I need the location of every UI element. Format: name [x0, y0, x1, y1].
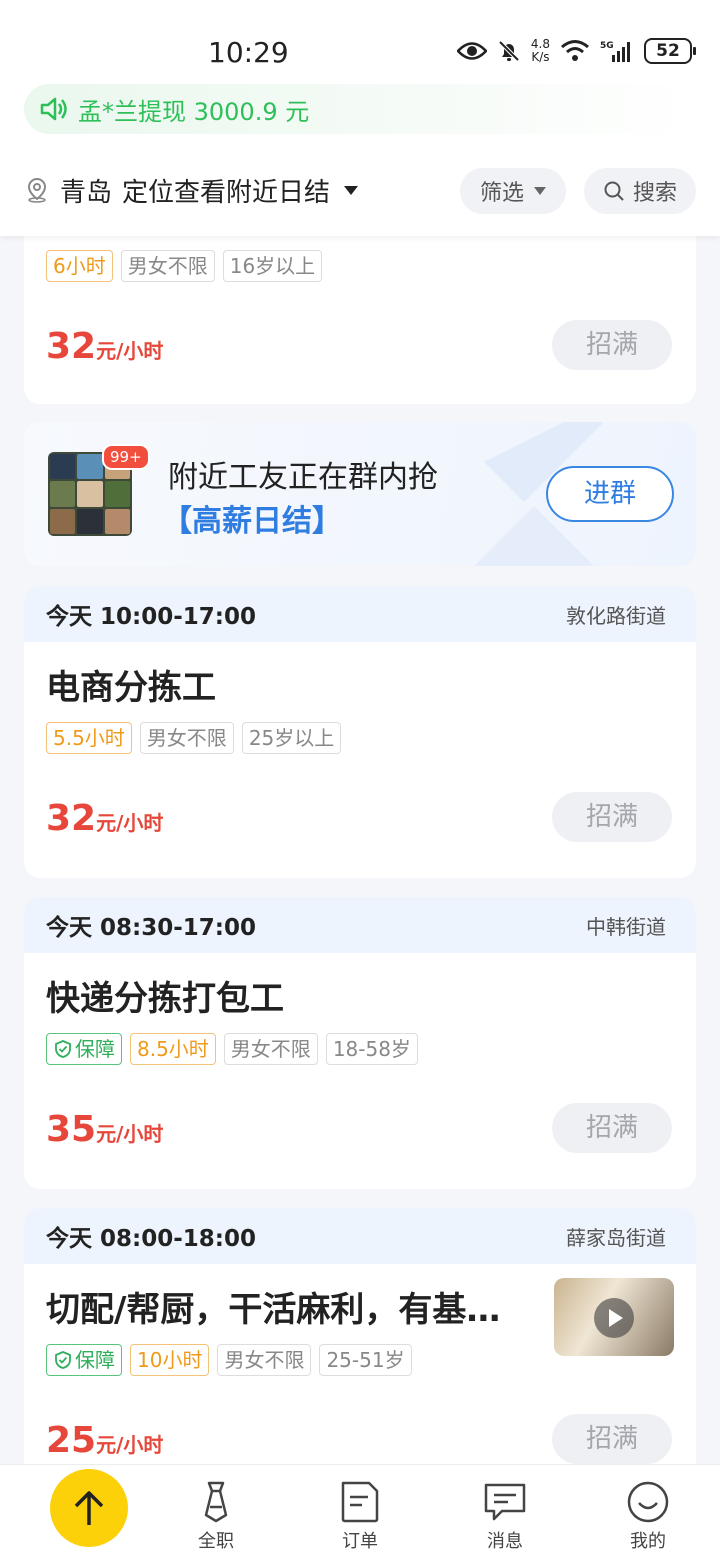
job-card[interactable]: 今天 08:00-18:00 薛家岛街道 切配/帮厨，干活麻利，有基… 保障 1…	[24, 1208, 696, 1478]
network-speed: 4.8 K/s	[530, 37, 550, 64]
gender-tag: 男女不限	[120, 250, 215, 282]
ticker-text: 孟*兰提现 3000.9 元	[78, 97, 310, 126]
search-button[interactable]: 搜索	[584, 168, 696, 214]
nav-orders[interactable]: 订单	[320, 1479, 400, 1553]
gender-tag: 男女不限	[223, 1033, 318, 1065]
nav-fulltime-label: 全职	[198, 1531, 234, 1552]
job-card[interactable]: 今天 10:00-17:00 敦化路街道 电商分拣工 5.5小时 男女不限 25…	[24, 586, 696, 878]
job-video-thumbnail[interactable]	[554, 1278, 674, 1356]
job-area: 敦化路街道	[566, 603, 666, 628]
svg-text:5G: 5G	[600, 41, 614, 51]
job-tags: 5.5小时 男女不限 25岁以上	[46, 722, 342, 754]
gender-tag: 男女不限	[217, 1344, 312, 1376]
filter-label: 筛选	[479, 181, 524, 206]
job-tags: 6小时 男女不限 16岁以上	[46, 250, 323, 282]
gender-tag: 男女不限	[139, 722, 234, 754]
top-header: 10:29 4.8 K/s 5G 52 孟*兰提现 3000.9 元 青岛 定位查…	[0, 0, 720, 236]
job-price: 35 元/小时	[46, 1109, 164, 1150]
shield-check-icon	[55, 1040, 71, 1058]
filter-button[interactable]: 筛选	[460, 168, 566, 214]
job-card[interactable]: 今天 08:30-17:00 中韩街道 快递分拣打包工 保障 8.5小时 男女不…	[24, 897, 696, 1189]
group-headline: 附近工友正在群内抢	[168, 460, 438, 495]
age-tag: 18-58岁	[325, 1033, 418, 1065]
signal-5g-icon: 5G	[600, 41, 630, 62]
job-area: 中韩街道	[586, 914, 666, 939]
age-tag: 25岁以上	[241, 722, 342, 754]
nav-fulltime[interactable]: 全职	[176, 1479, 256, 1553]
bottom-nav: 全职 订单 消息 我的	[0, 1464, 720, 1560]
nav-messages-label: 消息	[487, 1531, 523, 1552]
shield-check-icon	[55, 1351, 71, 1369]
job-title: 快递分拣打包工	[46, 979, 284, 1019]
full-status-button[interactable]: 招满	[552, 1414, 672, 1464]
job-time: 今天 10:00-17:00	[46, 604, 256, 630]
chat-icon	[484, 1483, 526, 1521]
filter-chevron-icon	[534, 187, 546, 195]
chevron-down-icon[interactable]	[344, 185, 359, 195]
job-title: 切配/帮厨，干活麻利，有基…	[46, 1290, 501, 1330]
job-card-header: 今天 08:00-18:00 薛家岛街道	[24, 1208, 696, 1264]
tie-icon	[204, 1481, 228, 1523]
hours-tag: 10小时	[130, 1344, 210, 1376]
play-icon[interactable]	[594, 1298, 634, 1338]
guarantee-tag: 保障	[46, 1033, 122, 1065]
job-price: 32 元/小时	[46, 326, 164, 367]
status-time: 10:29	[208, 36, 289, 69]
group-highlight: 【高薪日结】	[162, 504, 342, 539]
withdraw-ticker: 孟*兰提现 3000.9 元	[24, 84, 696, 134]
hours-tag: 6小时	[46, 250, 113, 282]
full-status-button[interactable]: 招满	[552, 792, 672, 842]
nav-messages[interactable]: 消息	[465, 1479, 545, 1553]
search-icon	[604, 181, 624, 201]
full-status-button[interactable]: 招满	[552, 320, 672, 370]
document-icon	[341, 1481, 379, 1523]
age-tag: 25-51岁	[319, 1344, 412, 1376]
job-time: 今天 08:30-17:00	[46, 915, 256, 941]
job-tags: 保障 10小时 男女不限 25-51岁	[46, 1344, 412, 1376]
eye-icon	[456, 42, 487, 60]
wifi-icon	[561, 40, 589, 61]
location-pin-icon	[27, 177, 47, 203]
job-tags: 保障 8.5小时 男女不限 18-58岁	[46, 1033, 418, 1065]
location-row: 青岛 定位查看附近日结 筛选 搜索	[24, 164, 696, 216]
join-group-button[interactable]: 进群	[546, 466, 674, 522]
location-city[interactable]: 青岛	[60, 172, 112, 209]
job-card-header: 今天 10:00-17:00 敦化路街道	[24, 586, 696, 642]
full-status-button[interactable]: 招满	[552, 1103, 672, 1153]
location-hint[interactable]: 定位查看附近日结	[122, 172, 330, 209]
arrow-up-icon	[74, 1491, 104, 1525]
job-time: 今天 08:00-18:00	[46, 1226, 256, 1252]
group-banner[interactable]: 99+ 附近工友正在群内抢 【高薪日结】 进群	[24, 422, 696, 566]
nav-mine[interactable]: 我的	[608, 1479, 688, 1553]
hours-tag: 5.5小时	[46, 722, 132, 754]
status-icons: 4.8 K/s 5G 52	[456, 37, 696, 64]
bell-muted-icon	[498, 40, 520, 62]
age-tag: 16岁以上	[222, 250, 323, 282]
job-area: 薛家岛街道	[566, 1225, 666, 1250]
nav-mine-label: 我的	[630, 1531, 666, 1552]
scroll-top-button[interactable]	[50, 1469, 128, 1547]
hours-tag: 8.5小时	[130, 1033, 216, 1065]
job-price: 25 元/小时	[46, 1420, 164, 1461]
smile-icon	[627, 1481, 669, 1523]
job-card-header: 今天 08:30-17:00 中韩街道	[24, 897, 696, 953]
group-count-badge: 99+	[102, 444, 150, 470]
job-title: 电商分拣工	[46, 668, 216, 708]
job-price: 32 元/小时	[46, 798, 164, 839]
job-card-partial[interactable]: 6小时 男女不限 16岁以上 32 元/小时 招满	[24, 220, 696, 404]
battery-indicator: 52	[644, 38, 696, 64]
search-label: 搜索	[632, 181, 677, 206]
guarantee-tag: 保障	[46, 1344, 122, 1376]
speaker-icon	[40, 97, 67, 121]
nav-orders-label: 订单	[342, 1531, 378, 1552]
